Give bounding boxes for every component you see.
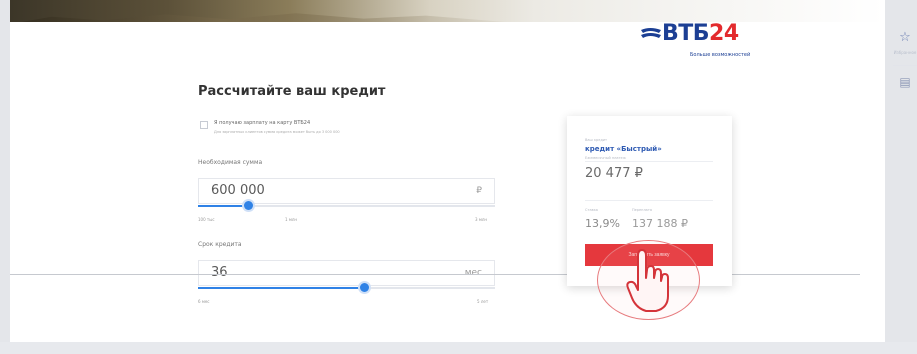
amount-field[interactable]: 600 000 ₽ [198,178,495,204]
monthly-payment: 20 477 ₽ [585,166,643,181]
term-label: Срок кредита [198,241,242,248]
amount-tick-max: 3 млн [475,217,488,222]
amount-tick-min: 100 тыс [198,217,215,222]
overlay-divider-line [10,274,860,275]
amount-slider-fill [198,205,248,207]
term-tick-max: 5 лет [477,299,489,304]
overpayment: 137 188 ₽ [632,217,688,230]
salary-card-hint: Для зарплатных клиентов сумма кредита мо… [214,130,340,134]
logo-tagline: Больше возможностей [690,52,751,58]
calculator-title: Рассчитайте ваш кредит [198,84,386,99]
document-icon[interactable]: ▤ [893,65,917,91]
star-icon[interactable]: ☆ [893,24,917,50]
rate-caption: Ставка [585,208,598,212]
logo-wave-icon [641,28,661,38]
amount-tick-mid: 1 млн [285,217,298,222]
salary-card-checkbox[interactable] [200,121,208,129]
card-divider [585,161,713,162]
logo-text: ВТБ24 [662,21,739,46]
footer-band [0,342,917,354]
overpay-caption: Переплата [632,208,653,212]
term-value[interactable]: 36 [211,265,228,280]
amount-value[interactable]: 600 000 [211,183,265,198]
payment-caption: Ежемесячный платеж [585,156,626,160]
side-toolbar: ☆ Избранное ▤ [893,24,917,91]
amount-currency: ₽ [476,186,482,196]
amount-label: Необходимая сумма [198,159,263,166]
salary-card-label[interactable]: Я получаю зарплату на карту ВТБ24 [214,120,310,126]
term-slider-handle[interactable] [360,283,369,292]
product-caption: Ваш кредит [585,138,608,142]
term-tick-min: 6 мес [198,299,210,304]
card-divider [585,200,713,201]
term-slider-fill [198,287,364,289]
amount-slider-handle[interactable] [244,201,253,210]
interest-rate: 13,9% [585,217,620,230]
vtb24-logo[interactable]: ВТБ24 Больше возможностей [640,21,750,61]
product-name: кредит «Быстрый» [585,145,662,153]
star-caption: Избранное [893,50,917,55]
pointing-hand-icon [626,249,669,312]
term-field[interactable]: 36 мес [198,260,495,286]
term-unit: мес [464,268,482,278]
